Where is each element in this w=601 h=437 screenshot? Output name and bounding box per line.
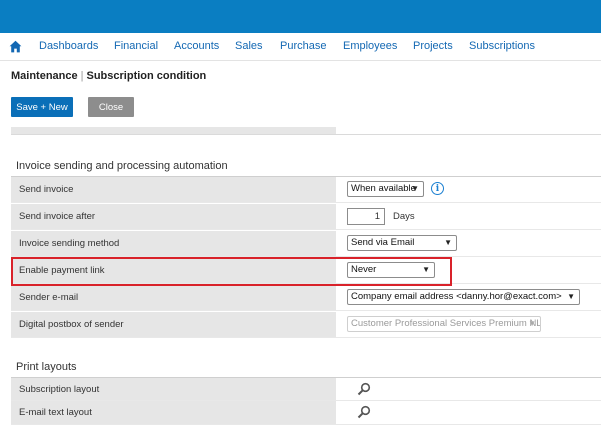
nav-item-sales[interactable]: Sales xyxy=(235,40,263,52)
subscription-layout-label: Subscription layout xyxy=(19,384,100,395)
breadcrumb: Maintenance | Subscription condition xyxy=(11,70,206,82)
digital-postbox-value: Customer Professional Services Premium N… xyxy=(351,318,541,329)
chevron-down-icon: ▼ xyxy=(411,184,419,193)
label-cell: Send invoice xyxy=(11,177,336,202)
form-row-payment-link: Enable payment link Never ▼ xyxy=(11,258,601,284)
home-icon[interactable] xyxy=(9,40,22,53)
info-icon[interactable]: i xyxy=(431,182,444,195)
sending-method-label: Invoice sending method xyxy=(19,238,120,249)
main-nav: Dashboards Financial Accounts Sales Purc… xyxy=(0,33,601,61)
search-icon[interactable] xyxy=(357,382,371,396)
send-invoice-after-label: Send invoice after xyxy=(19,211,96,222)
search-icon[interactable] xyxy=(357,405,371,419)
close-button[interactable]: Close xyxy=(88,97,134,117)
send-invoice-select[interactable]: When available ▼ xyxy=(347,181,424,197)
save-new-button[interactable]: Save + New xyxy=(11,97,73,117)
divider xyxy=(11,134,601,135)
nav-item-subscriptions[interactable]: Subscriptions xyxy=(469,40,535,52)
nav-item-financial[interactable]: Financial xyxy=(114,40,158,52)
digital-postbox-select: Customer Professional Services Premium N… xyxy=(347,316,541,332)
nav-item-accounts[interactable]: Accounts xyxy=(174,40,219,52)
page-title: Subscription condition xyxy=(86,70,207,82)
section-title-print-layouts: Print layouts xyxy=(16,361,77,373)
label-cell: Digital postbox of sender xyxy=(11,312,336,337)
chevron-down-icon: ▼ xyxy=(528,319,536,328)
sending-method-select[interactable]: Send via Email ▼ xyxy=(347,235,457,251)
sender-email-value: Company email address <danny.hor@exact.c… xyxy=(351,291,562,302)
section-title-invoice: Invoice sending and processing automatio… xyxy=(16,160,228,172)
form-row-email-text-layout: E-mail text layout xyxy=(11,401,601,425)
sender-email-label: Sender e-mail xyxy=(19,292,79,303)
label-cell: Sender e-mail xyxy=(11,285,336,310)
chevron-down-icon: ▼ xyxy=(422,265,430,274)
label-cell: Send invoice after xyxy=(11,204,336,229)
form-row-subscription-layout: Subscription layout xyxy=(11,378,601,401)
label-cell: Invoice sending method xyxy=(11,231,336,256)
form-row-digital-postbox: Digital postbox of sender Customer Profe… xyxy=(11,312,601,338)
label-cell: Subscription layout xyxy=(11,378,336,400)
breadcrumb-parent[interactable]: Maintenance xyxy=(11,70,78,82)
label-cell: Enable payment link xyxy=(11,258,336,283)
chevron-down-icon: ▼ xyxy=(444,238,452,247)
top-bar xyxy=(0,0,601,33)
send-invoice-label: Send invoice xyxy=(19,184,74,195)
sending-method-value: Send via Email xyxy=(351,237,415,248)
chevron-down-icon: ▼ xyxy=(567,292,575,301)
email-text-layout-label: E-mail text layout xyxy=(19,407,92,418)
breadcrumb-separator: | xyxy=(80,70,84,82)
form-row-sending-method: Invoice sending method Send via Email ▼ xyxy=(11,231,601,257)
nav-item-purchase[interactable]: Purchase xyxy=(280,40,326,52)
nav-item-employees[interactable]: Employees xyxy=(343,40,397,52)
send-invoice-value: When available xyxy=(351,183,416,194)
payment-link-value: Never xyxy=(351,264,377,275)
form-row-sender-email: Sender e-mail Company email address <dan… xyxy=(11,285,601,311)
form-row-send-invoice: Send invoice When available ▼ i xyxy=(11,177,601,203)
label-cell: E-mail text layout xyxy=(11,401,336,424)
digital-postbox-label: Digital postbox of sender xyxy=(19,319,124,330)
form-row-send-invoice-after: Send invoice after 1 Days xyxy=(11,204,601,230)
sender-email-select[interactable]: Company email address <danny.hor@exact.c… xyxy=(347,289,580,305)
nav-item-projects[interactable]: Projects xyxy=(413,40,453,52)
payment-link-label: Enable payment link xyxy=(19,265,105,276)
send-invoice-after-input[interactable]: 1 xyxy=(347,208,385,225)
nav-item-dashboards[interactable]: Dashboards xyxy=(39,40,98,52)
days-unit-label: Days xyxy=(393,211,415,222)
payment-link-select[interactable]: Never ▼ xyxy=(347,262,435,278)
